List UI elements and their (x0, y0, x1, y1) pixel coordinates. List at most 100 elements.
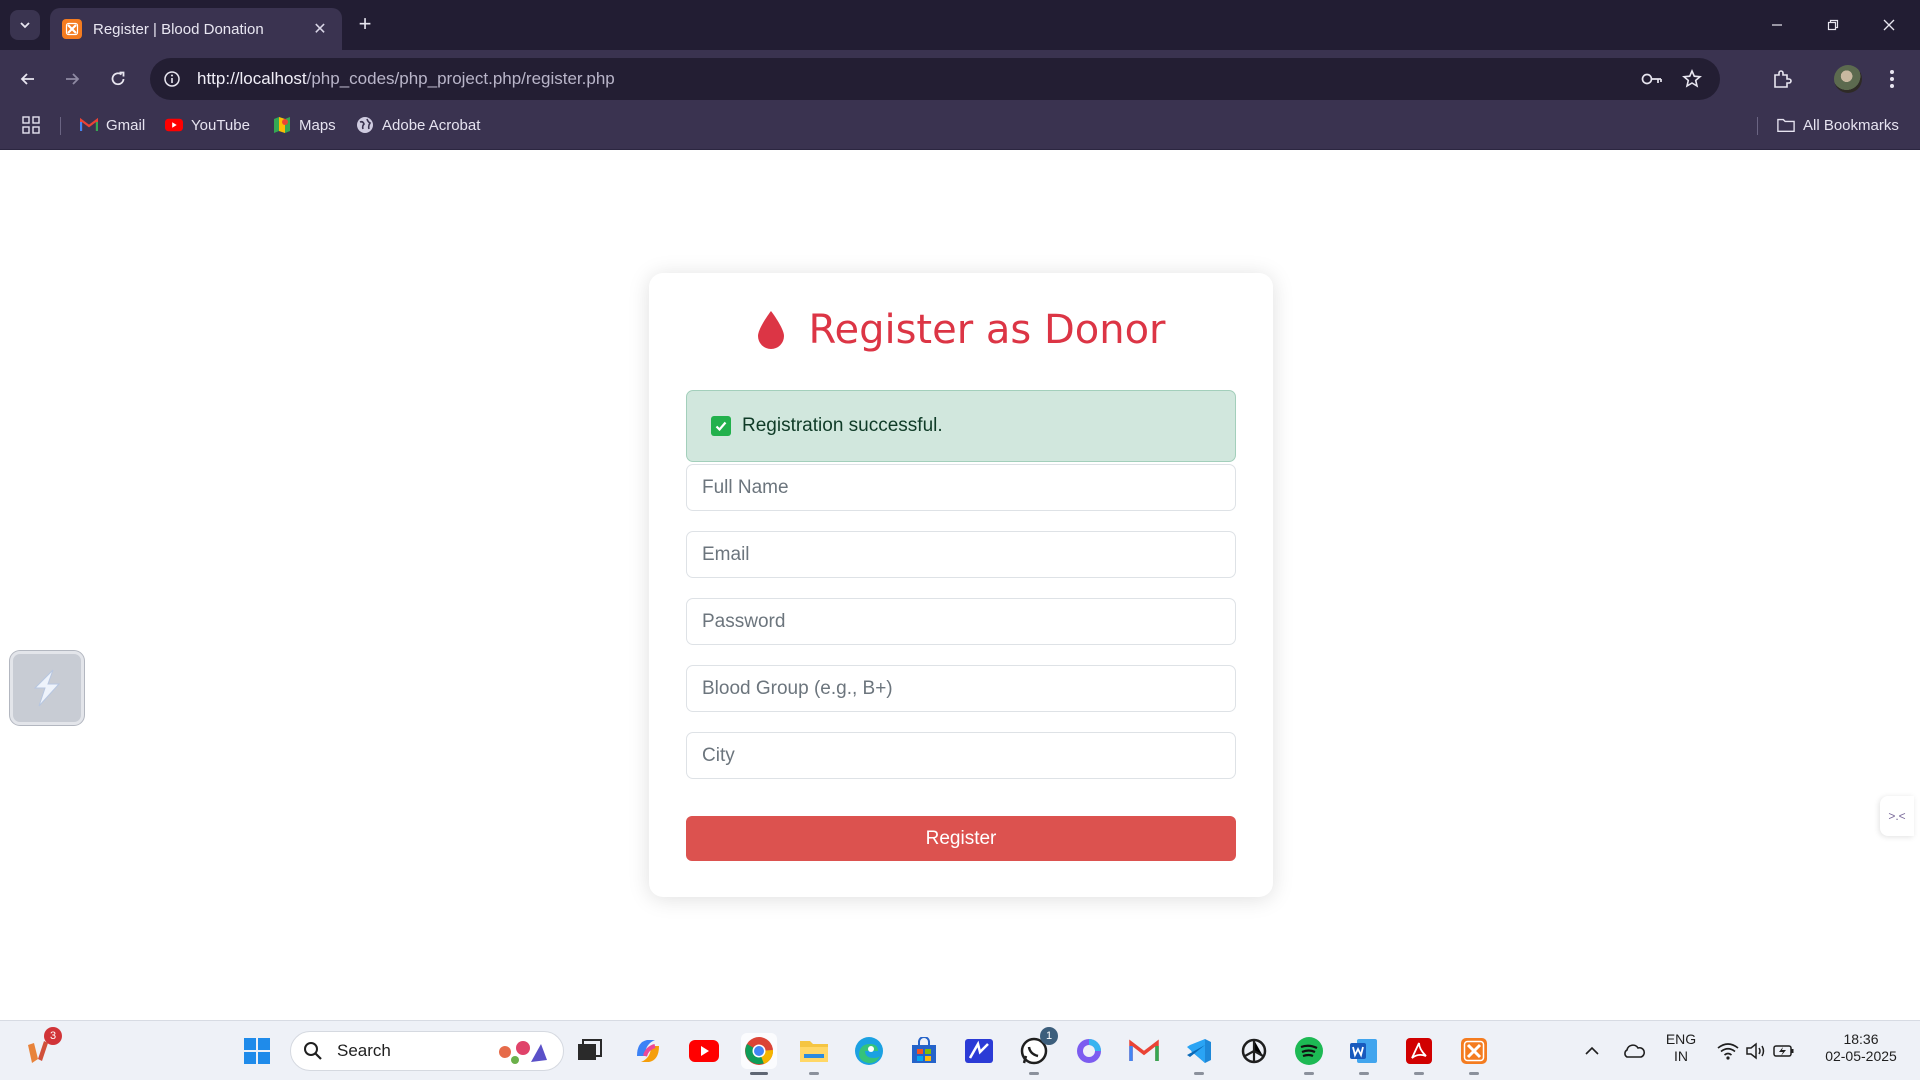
running-indicator (1304, 1072, 1314, 1075)
widgets-badge: 3 (44, 1027, 62, 1045)
math-app-icon[interactable] (961, 1033, 997, 1069)
running-indicator (1469, 1072, 1479, 1075)
floating-app-widget[interactable] (10, 651, 84, 725)
page-content: Register as Donor Registration successfu… (0, 151, 1920, 1020)
lightning-logo-icon (33, 669, 61, 707)
forward-arrow-icon[interactable] (56, 63, 88, 95)
word-icon[interactable] (1346, 1033, 1382, 1075)
edge-icon[interactable] (851, 1033, 887, 1069)
language-indicator[interactable]: ENG IN (1656, 1031, 1706, 1065)
vscode-icon[interactable] (1181, 1033, 1217, 1075)
card-header: Register as Donor (649, 307, 1273, 353)
password-input[interactable] (686, 598, 1236, 645)
bookmark-label: YouTube (191, 116, 250, 134)
clock-time: 18:36 (1843, 1031, 1879, 1047)
windows-start-icon[interactable] (239, 1033, 275, 1069)
new-tab-button[interactable]: + (352, 12, 378, 38)
running-indicator (1359, 1072, 1369, 1075)
tab-search-chevron-icon[interactable] (10, 10, 40, 40)
globe-icon (356, 116, 374, 134)
password-key-icon[interactable] (1632, 58, 1672, 100)
bookmark-youtube[interactable]: YouTube (165, 108, 250, 142)
search-icon (304, 1042, 322, 1060)
all-bookmarks-button[interactable]: All Bookmarks (1777, 108, 1899, 142)
city-input[interactable] (686, 732, 1236, 779)
address-bar[interactable]: http://localhost/php_codes/php_project.p… (150, 58, 1720, 100)
xampp-favicon-icon (62, 19, 82, 39)
blood-group-input[interactable] (686, 665, 1236, 712)
bookmark-gmail[interactable]: Gmail (80, 108, 145, 142)
site-info-icon[interactable] (153, 60, 191, 98)
profile-avatar[interactable] (1834, 65, 1862, 93)
bookmark-maps[interactable]: Maps (273, 108, 336, 142)
tab-close-icon[interactable]: ✕ (310, 19, 330, 39)
running-indicator (809, 1072, 819, 1075)
url-host: http://localhost (197, 69, 307, 88)
bookmarks-divider (1757, 117, 1758, 135)
bookmark-star-icon[interactable] (1672, 58, 1712, 100)
gmail-icon (80, 116, 98, 134)
email-input[interactable] (686, 531, 1236, 578)
onedrive-cloud-icon[interactable] (1616, 1033, 1652, 1069)
taskbar-search-box[interactable]: Search (290, 1031, 564, 1071)
widgets-icon[interactable]: 3 (20, 1027, 62, 1069)
register-button[interactable]: Register (686, 816, 1236, 861)
active-indicator (750, 1072, 768, 1075)
bookmark-adobe-acrobat[interactable]: Adobe Acrobat (356, 108, 480, 142)
page-title: Register as Donor (808, 307, 1166, 353)
all-bookmarks-label: All Bookmarks (1803, 116, 1899, 134)
taskbar-search-label: Search (337, 1041, 391, 1060)
blood-drop-icon (758, 311, 785, 349)
bookmark-label: Adobe Acrobat (382, 116, 481, 134)
close-window-icon[interactable] (1862, 0, 1916, 50)
clock[interactable]: 18:36 02-05-2025 (1806, 1031, 1916, 1065)
full-name-input[interactable] (686, 464, 1236, 511)
bookmark-label: Gmail (106, 116, 146, 134)
apps-grid-icon[interactable] (22, 108, 40, 142)
restore-icon[interactable] (1806, 0, 1860, 50)
spotify-icon[interactable] (1291, 1033, 1327, 1075)
windows-taskbar: 3 Search 1 ENG IN 18:36 02-05-2025 (0, 1020, 1920, 1080)
file-explorer-icon[interactable] (796, 1033, 832, 1075)
acrobat-icon[interactable] (1401, 1033, 1437, 1075)
edge-sidebar-handle-icon[interactable]: >.< (1880, 796, 1914, 836)
folder-icon (1777, 116, 1795, 134)
gmail-app-icon[interactable] (1126, 1033, 1162, 1069)
minimize-icon[interactable] (1750, 0, 1804, 50)
browser-toolbar: http://localhost/php_codes/php_project.p… (0, 50, 1920, 108)
youtube-icon (165, 116, 183, 134)
success-alert: Registration successful. (686, 390, 1236, 462)
reload-icon[interactable] (102, 63, 134, 95)
microsoft-store-icon[interactable] (906, 1033, 942, 1069)
chrome-icon[interactable] (741, 1033, 777, 1075)
whatsapp-icon[interactable]: 1 (1016, 1027, 1058, 1075)
bookmark-label: Maps (299, 116, 336, 134)
xampp-icon[interactable] (1456, 1033, 1492, 1075)
success-message: Registration successful. (742, 415, 943, 436)
task-view-icon[interactable] (572, 1033, 608, 1069)
battery-charging-icon[interactable] (1766, 1033, 1802, 1069)
browser-tab-active[interactable]: Register | Blood Donation ✕ (50, 8, 342, 50)
checkmark-icon (711, 416, 731, 436)
extensions-puzzle-icon[interactable] (1766, 63, 1798, 95)
show-hidden-icons-chevron-icon[interactable] (1574, 1033, 1610, 1069)
browser-titlebar: Register | Blood Donation ✕ + (0, 0, 1920, 50)
copilot-m365-icon[interactable] (1071, 1033, 1107, 1069)
more-menu-icon[interactable] (1876, 63, 1908, 95)
tab-title: Register | Blood Donation (93, 20, 264, 38)
running-indicator (1194, 1072, 1204, 1075)
language-line1: ENG (1665, 1031, 1697, 1047)
back-arrow-icon[interactable] (12, 63, 44, 95)
register-card: Register as Donor Registration successfu… (649, 273, 1273, 897)
language-line2: IN (1674, 1048, 1688, 1064)
youtube-app-icon[interactable] (686, 1033, 722, 1069)
url-text[interactable]: http://localhost/php_codes/php_project.p… (197, 69, 1632, 89)
clock-date: 02-05-2025 (1825, 1048, 1897, 1064)
copilot-icon[interactable] (630, 1033, 666, 1069)
running-indicator (1414, 1072, 1424, 1075)
chatgpt-icon[interactable] (1236, 1033, 1272, 1069)
url-path: /php_codes/php_project.php/register.php (306, 69, 615, 88)
search-highlight-icon (499, 1041, 547, 1064)
whatsapp-badge: 1 (1040, 1027, 1058, 1045)
bookmarks-divider (60, 117, 61, 135)
